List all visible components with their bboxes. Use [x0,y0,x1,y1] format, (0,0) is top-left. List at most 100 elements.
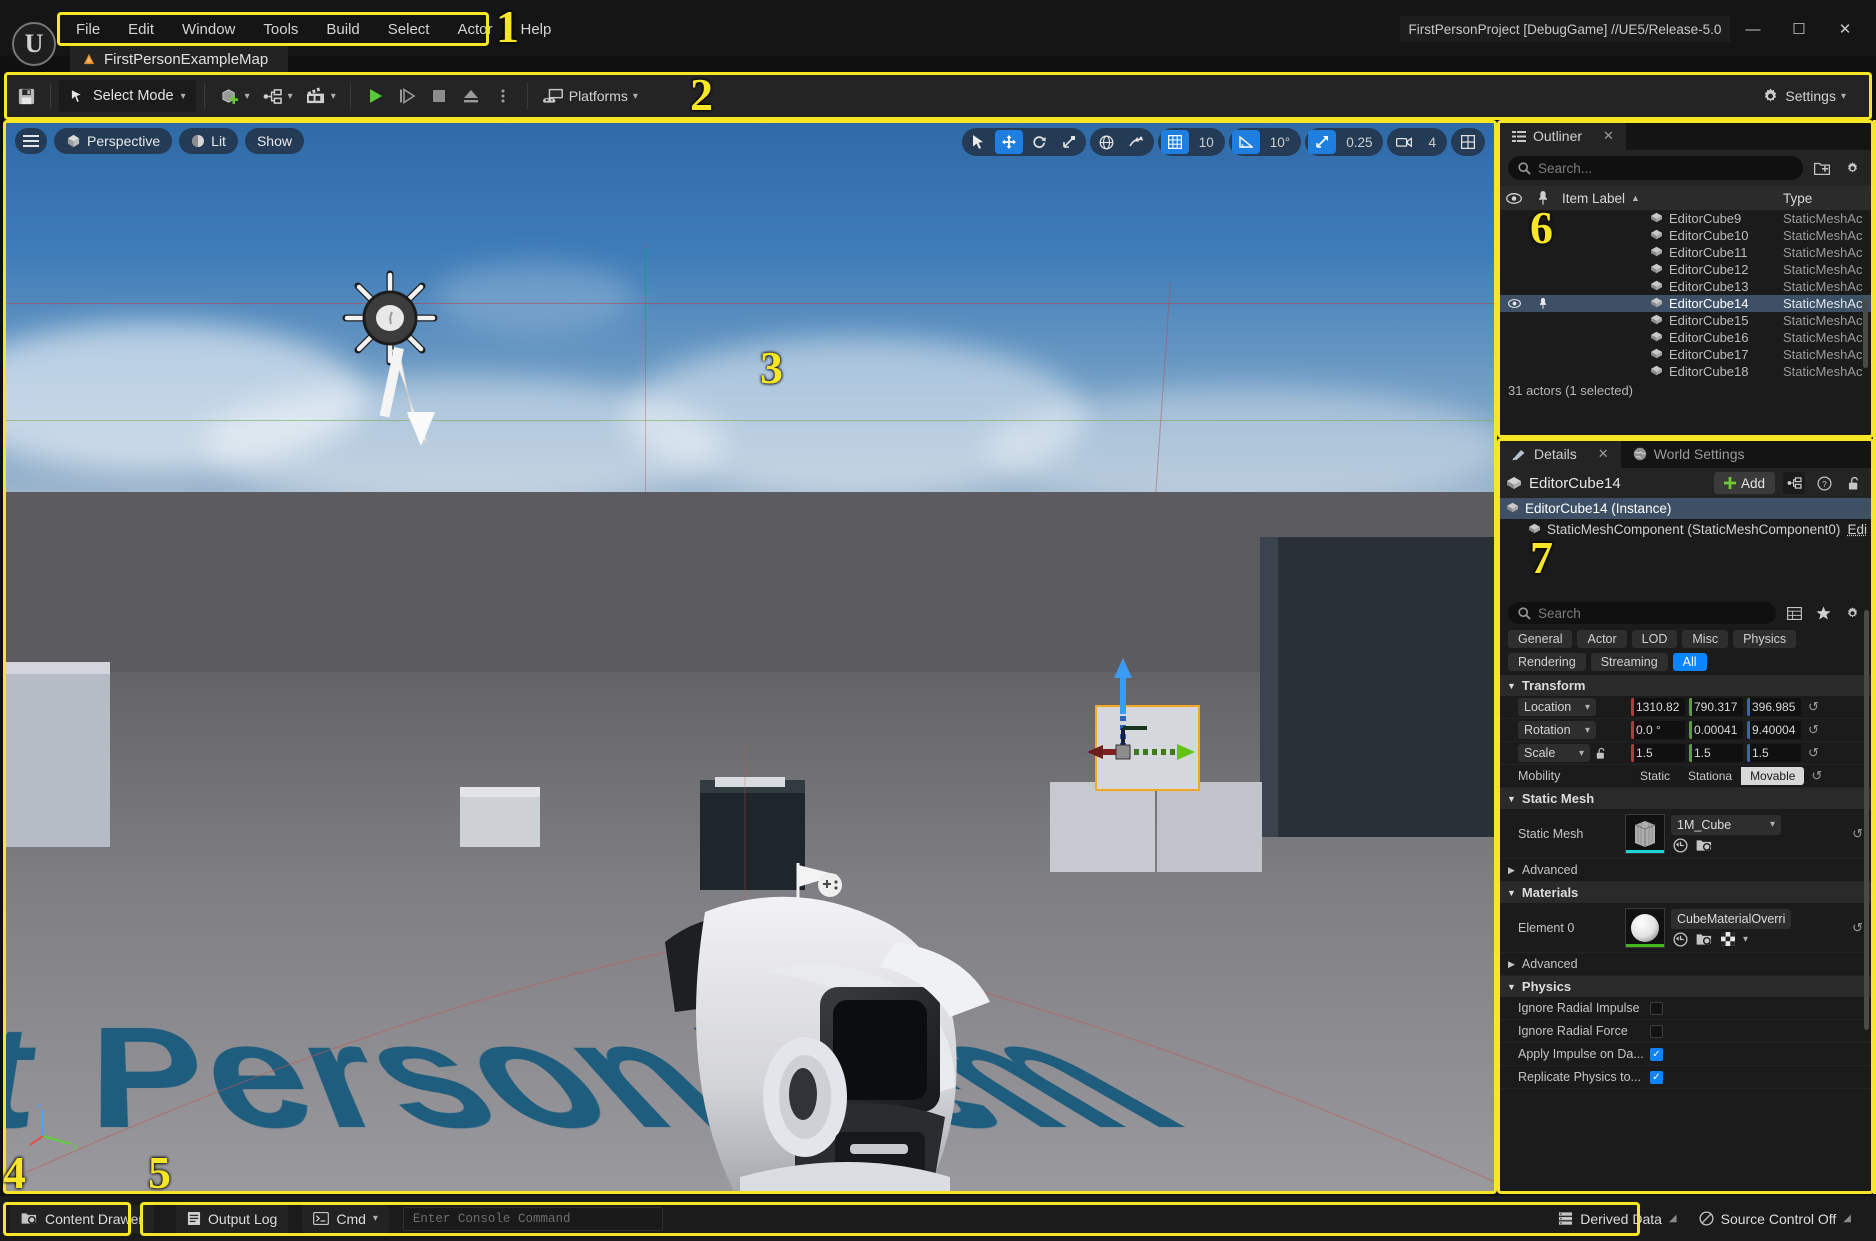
menu-tools[interactable]: Tools [249,18,312,41]
help-icon[interactable]: ? [1813,472,1835,494]
find-in-content-icon[interactable] [1696,932,1713,947]
mobility-movable[interactable]: Movable [1741,767,1804,785]
angle-snap-icon[interactable] [1232,130,1260,154]
physics-row-checkbox[interactable] [1650,1002,1663,1015]
scale-z-field[interactable]: 1.5 [1747,744,1801,762]
world-coords-icon[interactable] [1093,130,1121,154]
new-folder-icon[interactable] [1811,157,1833,179]
static-mesh-advanced-row[interactable]: ▶ Advanced [1500,859,1871,882]
more-options-button[interactable] [487,80,519,112]
physics-row-checkbox[interactable]: ✓ [1650,1048,1663,1061]
outliner-row-editorcube11[interactable]: EditorCube11StaticMeshAc [1500,244,1871,261]
close-icon[interactable]: ✕ [1598,446,1609,462]
filter-chip-general[interactable]: General [1508,630,1572,648]
scale-y-field[interactable]: 1.5 [1689,744,1743,762]
outliner-scrollbar[interactable] [1863,300,1868,368]
grid-snap-value[interactable]: 10 [1191,135,1222,150]
create-actor-button[interactable]: ▾ [213,80,256,112]
filter-chip-misc[interactable]: Misc [1682,630,1728,648]
filter-chip-actor[interactable]: Actor [1577,630,1626,648]
close-icon[interactable]: ✕ [1603,128,1614,144]
outliner-row-editorcube9[interactable]: EditorCube9StaticMeshAc [1500,210,1871,227]
outliner-row-editorcube10[interactable]: EditorCube10StaticMeshAc [1500,227,1871,244]
camera-speed-value[interactable]: 4 [1420,135,1444,150]
menu-select[interactable]: Select [374,18,444,41]
select-arrow-icon[interactable] [965,130,993,154]
output-log-button[interactable]: Output Log [176,1205,288,1233]
section-static-mesh[interactable]: ▼ Static Mesh [1500,788,1871,809]
scale-icon[interactable] [1055,130,1083,154]
revert-icon[interactable]: ↺ [1808,745,1819,761]
menu-edit[interactable]: Edit [114,18,168,41]
eye-icon[interactable] [1500,193,1528,204]
star-icon[interactable] [1812,602,1834,624]
platforms-button[interactable]: Platforms ▾ [536,80,644,112]
location-z-field[interactable]: 396.985 [1747,698,1801,716]
outliner-row-editorcube15[interactable]: EditorCube15StaticMeshAc [1500,312,1871,329]
location-dropdown[interactable]: Location ▾ [1518,698,1596,716]
details-scrollbar[interactable] [1864,610,1869,1030]
camera-mode-button[interactable]: Perspective [54,128,172,154]
outliner-row-editorcube16[interactable]: EditorCube16StaticMeshAc [1500,329,1871,346]
scale-dropdown[interactable]: Scale ▾ [1518,744,1590,762]
component-tree-row-1[interactable]: StaticMeshComponent (StaticMeshComponent… [1500,519,1871,540]
mobility-static[interactable]: Static [1631,767,1679,785]
maximize-button[interactable]: ☐ [1776,16,1822,42]
physics-row-checkbox[interactable] [1650,1025,1663,1038]
save-button[interactable] [10,80,42,112]
section-physics[interactable]: ▼ Physics [1500,976,1871,997]
source-control-button[interactable]: Source Control Off ◢ [1688,1205,1862,1233]
filter-chip-streaming[interactable]: Streaming [1591,653,1668,671]
translate-icon[interactable] [995,130,1023,154]
select-mode-dropdown[interactable]: Select Mode ▾ [59,80,196,112]
camera-speed-icon[interactable] [1390,130,1418,154]
location-y-field[interactable]: 790.317 [1689,698,1743,716]
tab-world-settings[interactable]: World Settings [1621,440,1757,468]
settings-button[interactable]: Settings ▾ [1755,80,1852,112]
unlock-icon[interactable] [1843,472,1865,494]
unreal-logo-icon[interactable]: U [12,22,56,66]
gear-icon[interactable] [1841,157,1863,179]
play-button[interactable] [359,80,391,112]
rotation-dropdown[interactable]: Rotation ▾ [1518,721,1596,739]
materials-advanced-row[interactable]: ▶ Advanced [1500,953,1871,976]
gizmo-z-arrow[interactable] [1114,658,1132,678]
add-component-button[interactable]: Add [1714,472,1775,494]
outliner-row-list[interactable]: EditorCube9StaticMeshAcEditorCube10Stati… [1500,210,1871,380]
console-command-input[interactable]: Enter Console Command [403,1207,663,1231]
blueprints-button[interactable]: ▾ [256,80,299,112]
outliner-row-editorcube13[interactable]: EditorCube13StaticMeshAc [1500,278,1871,295]
unlock-icon[interactable] [1596,747,1607,760]
tab-outliner[interactable]: Outliner ✕ [1500,122,1626,150]
show-flags-button[interactable]: Show [245,128,304,154]
outliner-search-input[interactable]: Search... [1508,156,1803,180]
rotation-z-field[interactable]: 9.40004 [1747,721,1801,739]
angle-snap-value[interactable]: 10° [1262,135,1298,150]
filter-chip-physics[interactable]: Physics [1733,630,1796,648]
section-materials[interactable]: ▼ Materials [1500,882,1871,903]
rotate-icon[interactable] [1025,130,1053,154]
filter-chip-rendering[interactable]: Rendering [1508,653,1586,671]
eject-button[interactable] [455,80,487,112]
details-search-input[interactable]: Search [1508,602,1776,624]
revert-icon[interactable]: ↺ [1852,920,1863,936]
level-tab[interactable]: FirstPersonExampleMap [70,46,288,72]
scale-x-field[interactable]: 1.5 [1631,744,1685,762]
column-item-label[interactable]: Item Label [1562,191,1625,206]
find-in-content-icon[interactable] [1696,838,1713,853]
component-tree-row-0[interactable]: EditorCube14 (Instance) [1500,498,1871,519]
filter-chip-all[interactable]: All [1673,653,1707,671]
rotation-y-field[interactable]: 0.00041 [1689,721,1743,739]
checker-icon[interactable] [1721,932,1735,946]
filter-chip-lod[interactable]: LOD [1632,630,1678,648]
viewport-menu-button[interactable] [15,128,47,154]
mobility-stationary[interactable]: Stationa [1679,767,1741,785]
content-drawer-button[interactable]: Content Drawer [10,1205,154,1233]
physics-row-checkbox[interactable]: ✓ [1650,1071,1663,1084]
browse-icon[interactable] [1673,932,1688,947]
rotation-x-field[interactable]: 0.0 ° [1631,721,1685,739]
grid-snap-icon[interactable] [1161,130,1189,154]
outliner-row-editorcube12[interactable]: EditorCube12StaticMeshAc [1500,261,1871,278]
material-thumbnail[interactable] [1625,908,1665,948]
static-mesh-thumbnail[interactable] [1625,814,1665,854]
